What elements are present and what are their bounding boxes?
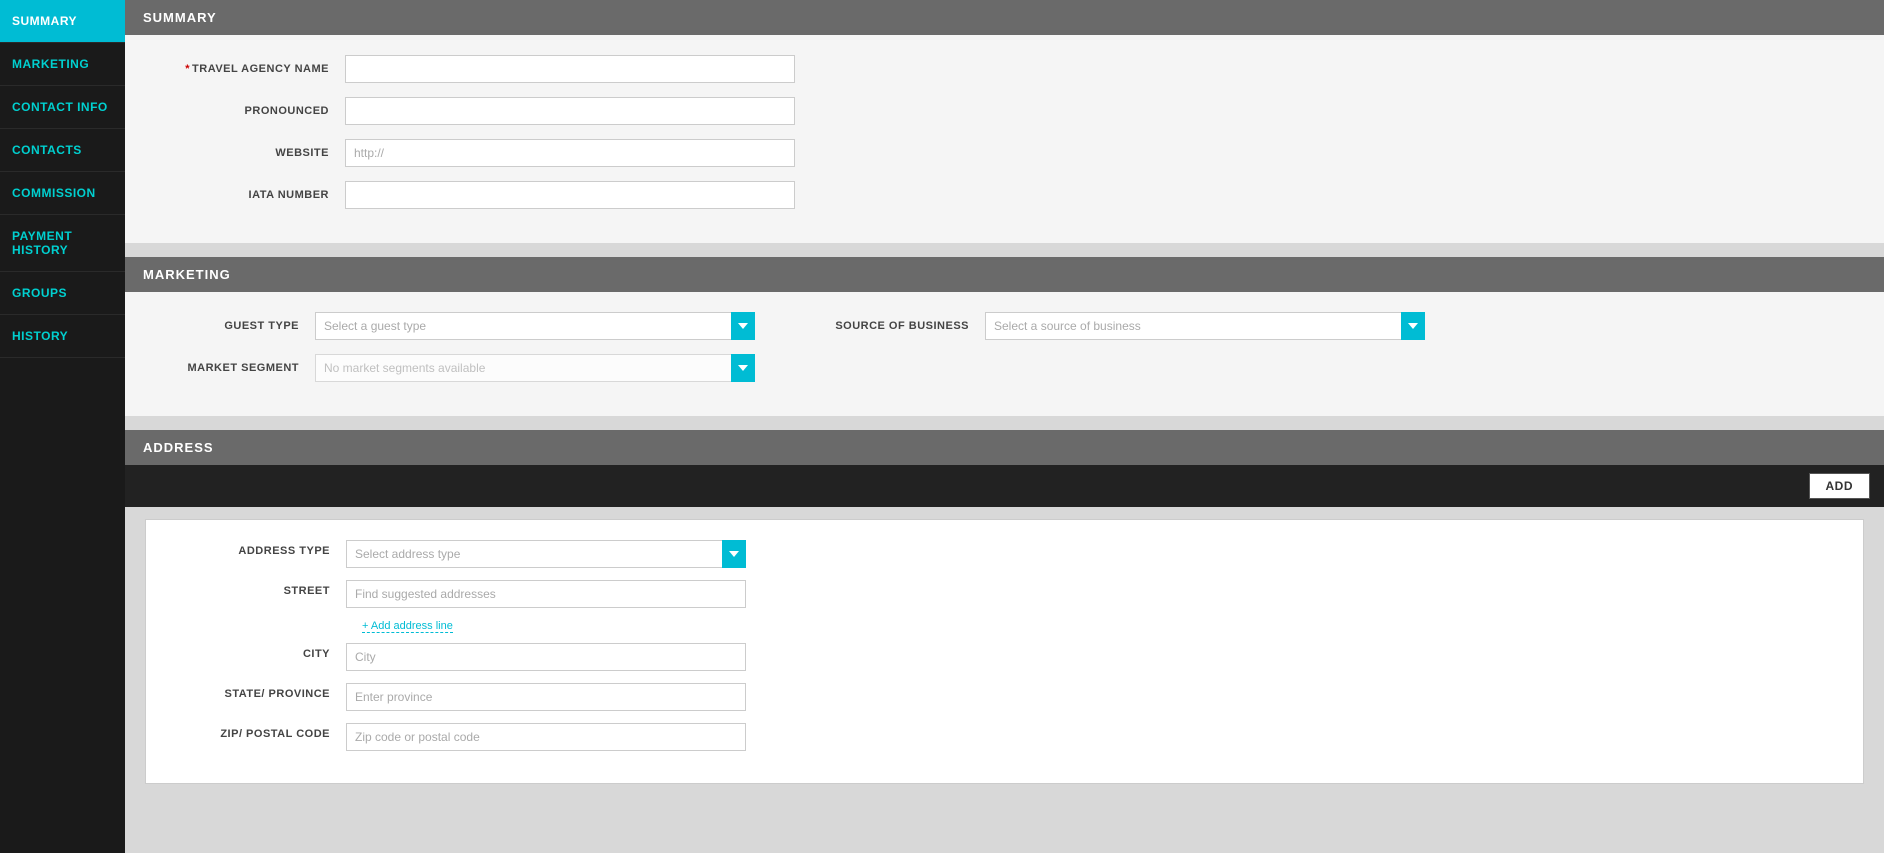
guest-type-label: GUEST TYPE (165, 320, 315, 332)
state-province-input[interactable] (346, 683, 746, 711)
state-province-row: STATE/ PROVINCE (186, 683, 1823, 711)
address-type-label: ADDRESS TYPE (186, 540, 346, 557)
city-row: CITY (186, 643, 1823, 671)
market-segment-field: MARKET SEGMENT No market segments availa… (165, 354, 755, 382)
marketing-section: MARKETING GUEST TYPE Select a guest type (125, 257, 1884, 416)
marketing-section-header: MARKETING (125, 257, 1884, 292)
street-col (346, 580, 746, 608)
guest-type-select[interactable]: Select a guest type (315, 312, 755, 340)
iata-number-label: IATA NUMBER (165, 189, 345, 201)
pronounced-label: PRONOUNCED (165, 105, 345, 117)
add-address-button[interactable]: ADD (1809, 473, 1871, 499)
guest-type-field: GUEST TYPE Select a guest type (165, 312, 755, 340)
summary-section-body: *TRAVEL AGENCY NAME PRONOUNCED WEBSITE I… (125, 35, 1884, 243)
address-section: ADDRESS ADD ADDRESS TYPE Select address … (125, 430, 1884, 784)
sidebar-item-history[interactable]: HISTORY (0, 315, 125, 358)
source-of-business-select-wrapper: Select a source of business (985, 312, 1425, 340)
address-type-row: ADDRESS TYPE Select address type (186, 540, 1823, 568)
market-segment-label: MARKET SEGMENT (165, 362, 315, 374)
website-label: WEBSITE (165, 147, 345, 159)
address-type-select-wrapper: Select address type (346, 540, 746, 568)
street-row: STREET (186, 580, 1823, 608)
zip-postal-code-row: ZIP/ POSTAL CODE (186, 723, 1823, 751)
iata-number-input[interactable] (345, 181, 795, 209)
address-section-header: ADDRESS (125, 430, 1884, 465)
market-segment-select-wrapper: No market segments available (315, 354, 755, 382)
guest-type-select-wrapper: Select a guest type (315, 312, 755, 340)
travel-agency-name-label: *TRAVEL AGENCY NAME (165, 63, 345, 75)
city-label: CITY (186, 643, 346, 660)
street-label: STREET (186, 580, 346, 597)
sidebar-item-summary[interactable]: SUMMARY (0, 0, 125, 43)
iata-number-row: IATA NUMBER (165, 181, 1844, 209)
marketing-section-body: GUEST TYPE Select a guest type SOURCE OF… (125, 292, 1884, 416)
travel-agency-name-input[interactable] (345, 55, 795, 83)
sidebar-item-contacts[interactable]: CONTACTS (0, 129, 125, 172)
main-content: SUMMARY *TRAVEL AGENCY NAME PRONOUNCED W… (125, 0, 1884, 853)
sidebar-item-payment-history[interactable]: PAYMENT HISTORY (0, 215, 125, 272)
guest-type-source-row: GUEST TYPE Select a guest type SOURCE OF… (165, 312, 1844, 340)
add-address-line-link[interactable]: + Add address line (362, 620, 453, 633)
sidebar-item-contact-info[interactable]: CONTACT INFO (0, 86, 125, 129)
source-of-business-label: SOURCE OF BUSINESS (835, 320, 985, 332)
zip-postal-code-label: ZIP/ POSTAL CODE (186, 723, 346, 740)
market-segment-select[interactable]: No market segments available (315, 354, 755, 382)
pronounced-row: PRONOUNCED (165, 97, 1844, 125)
street-input[interactable] (346, 580, 746, 608)
sidebar: SUMMARY MARKETING CONTACT INFO CONTACTS … (0, 0, 125, 853)
address-toolbar: ADD (125, 465, 1884, 507)
source-of-business-field: SOURCE OF BUSINESS Select a source of bu… (835, 312, 1425, 340)
pronounced-input[interactable] (345, 97, 795, 125)
website-row: WEBSITE (165, 139, 1844, 167)
address-type-select[interactable]: Select address type (346, 540, 746, 568)
source-of-business-select[interactable]: Select a source of business (985, 312, 1425, 340)
sidebar-item-groups[interactable]: GROUPS (0, 272, 125, 315)
address-form: ADDRESS TYPE Select address type STREET (145, 519, 1864, 784)
state-province-label: STATE/ PROVINCE (186, 683, 346, 700)
city-input[interactable] (346, 643, 746, 671)
summary-section: SUMMARY *TRAVEL AGENCY NAME PRONOUNCED W… (125, 0, 1884, 243)
sidebar-item-commission[interactable]: COMMISSION (0, 172, 125, 215)
summary-section-header: SUMMARY (125, 0, 1884, 35)
market-segment-row: MARKET SEGMENT No market segments availa… (165, 354, 1844, 382)
sidebar-item-marketing[interactable]: MARKETING (0, 43, 125, 86)
zip-postal-code-input[interactable] (346, 723, 746, 751)
travel-agency-name-row: *TRAVEL AGENCY NAME (165, 55, 1844, 83)
website-input[interactable] (345, 139, 795, 167)
